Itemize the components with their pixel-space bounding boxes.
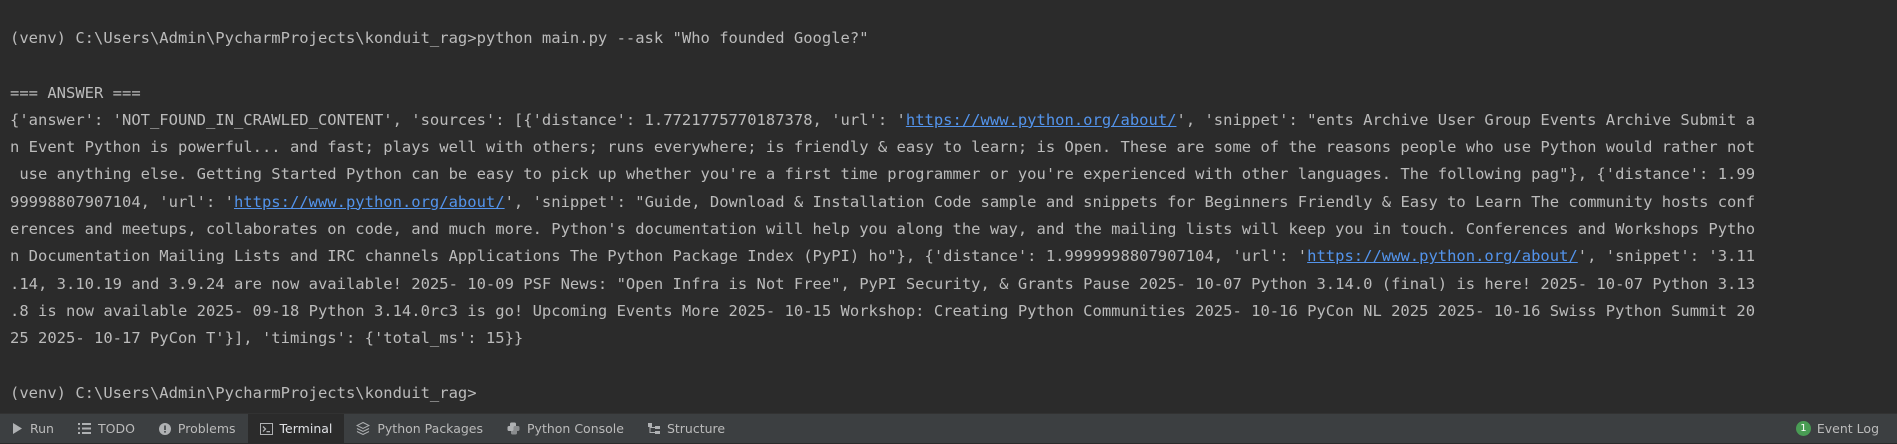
output-line-7: .14, 3.10.19 and 3.9.24 are now availabl… [10,274,1756,293]
tool-label: Problems [177,421,236,436]
tool-run[interactable]: Run [0,414,66,444]
tool-terminal[interactable]: Terminal [247,413,345,444]
tool-label: Python Console [527,421,624,436]
output-line-1: {'answer': 'NOT_FOUND_IN_CRAWLED_CONTENT… [0,107,1897,134]
python-console-icon [507,422,520,435]
tool-label: Terminal [279,421,333,436]
output-text: ', 'snippet': "Guide, Download & Install… [504,192,1756,211]
tool-window-bar: Run TODO Problems Terminal Python Packag… [0,413,1897,444]
output-text: n Documentation Mailing Lists and IRC ch… [10,247,1308,266]
tool-python-console[interactable]: Python Console [495,414,636,444]
output-line-3: use anything else. Getting Started Pytho… [10,165,1756,184]
tool-label: TODO [97,421,135,436]
tool-python-packages[interactable]: Python Packages [344,414,495,444]
event-log-icon: 1 [1795,421,1811,436]
tool-label: Structure [666,421,726,436]
output-line-5: erences and meetups, collaborates on cod… [10,220,1756,239]
source-link[interactable]: https://www.python.org/about/ [1307,247,1578,265]
event-log-badge: 1 [1795,421,1811,436]
output-line-6: n Documentation Mailing Lists and IRC ch… [0,243,1897,270]
source-link[interactable]: https://www.python.org/about/ [234,193,505,211]
output-line-4: 99998807907104, 'url': 'https://www.pyth… [0,189,1897,216]
tool-label: Run [30,421,54,436]
output-line-8: .8 is now available 2025- 09-18 Python 3… [10,301,1756,320]
command-prompt[interactable]: (venv) C:\Users\Admin\PycharmProjects\ko… [0,380,1897,407]
tool-structure[interactable]: Structure [636,414,737,444]
tool-label: Event Log [1816,421,1879,436]
output-text: ', 'snippet': "ents Archive User Group E… [1176,110,1756,129]
answer-header: === ANSWER === [10,83,141,102]
terminal-icon [259,422,273,435]
tool-event-log[interactable]: 1 Event Log [1784,414,1897,444]
command-line: (venv) C:\Users\Admin\PycharmProjects\ko… [10,29,869,47]
source-link[interactable]: https://www.python.org/about/ [906,111,1177,129]
todo-icon [77,423,91,434]
output-text: ', 'snippet': '3.11 [1577,247,1756,266]
problems-icon [158,422,171,435]
packages-icon [356,422,371,435]
output-text: 99998807907104, 'url': ' [10,192,234,211]
tool-label: Python Packages [377,421,484,436]
structure-icon [647,422,660,435]
tool-todo[interactable]: TODO [66,414,147,444]
terminal-panel[interactable]: (venv) C:\Users\Admin\PycharmProjects\ko… [0,0,1897,413]
output-line-9: 25 2025- 10-17 PyCon T'}], 'timings': {'… [10,329,524,348]
run-icon [12,423,23,434]
output-text: {'answer': 'NOT_FOUND_IN_CRAWLED_CONTENT… [10,110,906,129]
output-line-2: n Event Python is powerful... and fast; … [10,138,1756,157]
tool-problems[interactable]: Problems [147,414,248,444]
